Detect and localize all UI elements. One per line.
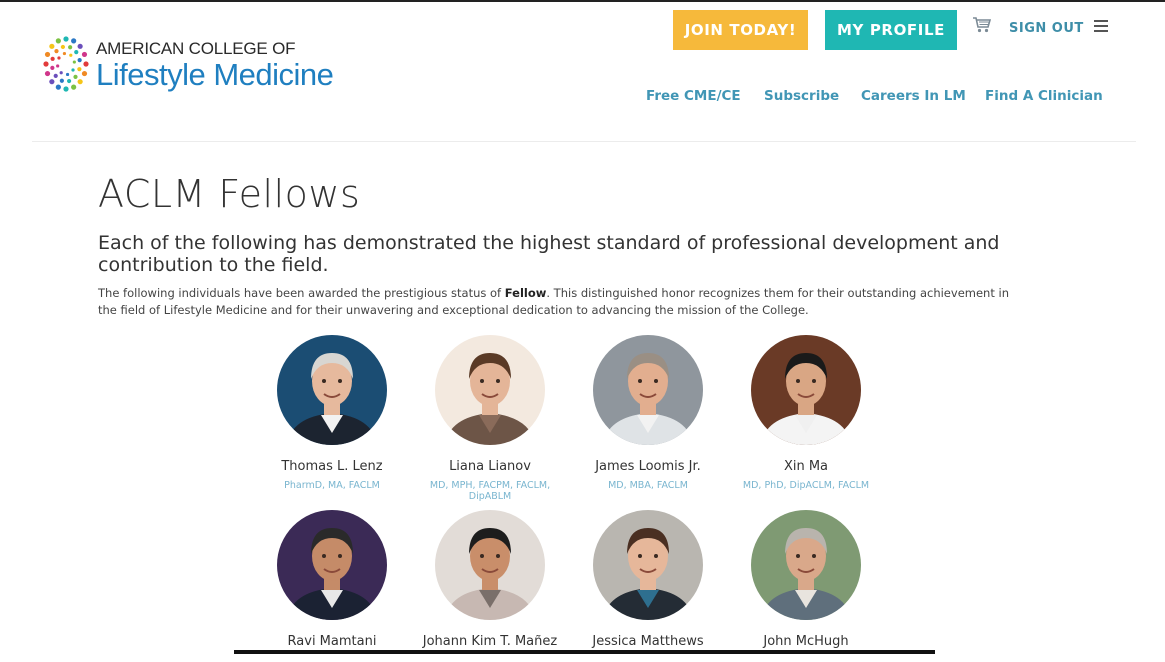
fellow-card[interactable]: Ravi Mamtani bbox=[252, 510, 412, 649]
page-title: ACLM Fellows bbox=[98, 172, 361, 216]
nav-careers[interactable]: Careers In LM bbox=[861, 88, 966, 104]
fellow-name: Thomas L. Lenz bbox=[281, 459, 383, 474]
nav-subscribe[interactable]: Subscribe bbox=[764, 88, 839, 104]
nav-find-clinician[interactable]: Find A Clinician bbox=[985, 88, 1103, 104]
fellow-photo[interactable] bbox=[593, 335, 703, 445]
fellow-name: John McHugh bbox=[763, 634, 849, 649]
fellow-card[interactable]: Xin Ma MD, PhD, DipACLM, FACLM bbox=[726, 335, 886, 491]
fellow-photo[interactable] bbox=[277, 510, 387, 620]
fellow-name: Jessica Matthews bbox=[592, 634, 704, 649]
fellow-photo[interactable] bbox=[277, 335, 387, 445]
fellow-credentials: MD, PhD, DipACLM, FACLM bbox=[742, 480, 870, 491]
logo-dots-icon bbox=[43, 36, 89, 92]
fellow-photo[interactable] bbox=[435, 510, 545, 620]
fellow-name: James Loomis Jr. bbox=[595, 459, 701, 474]
sign-out-link[interactable]: SIGN OUT bbox=[1009, 21, 1084, 36]
page-subheading: Each of the following has demonstrated t… bbox=[98, 232, 1000, 276]
fellow-card[interactable]: James Loomis Jr. MD, MBA, FACLM bbox=[568, 335, 728, 491]
fellow-photo[interactable] bbox=[751, 510, 861, 620]
top-border bbox=[0, 0, 1165, 2]
intro-text-start: The following individuals have been awar… bbox=[98, 286, 505, 300]
intro-paragraph: The following individuals have been awar… bbox=[98, 285, 1023, 319]
fellow-card[interactable]: Jessica Matthews bbox=[568, 510, 728, 649]
fellow-name: Xin Ma bbox=[783, 459, 829, 474]
fellow-name: Johann Kim T. Mañez bbox=[422, 634, 558, 649]
fellow-credentials: MD, MBA, FACLM bbox=[608, 480, 688, 491]
fellow-name: Ravi Mamtani bbox=[287, 634, 377, 649]
bottom-scroll-bar bbox=[234, 650, 935, 654]
intro-fellow-bold: Fellow bbox=[504, 286, 547, 300]
fellow-card[interactable]: Liana Lianov MD, MPH, FACPM, FACLM, DipA… bbox=[410, 335, 570, 502]
fellow-photo[interactable] bbox=[435, 335, 545, 445]
hamburger-menu-icon[interactable] bbox=[1094, 20, 1108, 32]
fellow-credentials: MD, MPH, FACPM, FACLM, DipABLM bbox=[429, 480, 551, 502]
nav-free-cme[interactable]: Free CME/CE bbox=[646, 88, 741, 104]
shopping-cart-icon[interactable] bbox=[972, 16, 992, 34]
aclm-logo[interactable]: AMERICAN COLLEGE OF Lifestyle Medicine bbox=[42, 32, 334, 96]
fellow-card[interactable]: John McHugh bbox=[726, 510, 886, 649]
logo-line-1: AMERICAN COLLEGE OF bbox=[96, 39, 296, 58]
fellow-card[interactable]: Thomas L. Lenz PharmD, MA, FACLM bbox=[252, 335, 412, 491]
fellow-name: Liana Lianov bbox=[449, 459, 531, 474]
join-today-button[interactable]: JOIN TODAY! bbox=[673, 10, 808, 50]
logo-line-2: Lifestyle Medicine bbox=[96, 57, 334, 92]
fellow-credentials: PharmD, MA, FACLM bbox=[284, 480, 380, 491]
fellow-photo[interactable] bbox=[751, 335, 861, 445]
my-profile-button[interactable]: MY PROFILE bbox=[825, 10, 957, 50]
fellow-photo[interactable] bbox=[593, 510, 703, 620]
fellow-card[interactable]: Johann Kim T. Mañez bbox=[410, 510, 570, 649]
header-divider bbox=[32, 141, 1136, 142]
logo-text: AMERICAN COLLEGE OF Lifestyle Medicine bbox=[96, 38, 334, 92]
